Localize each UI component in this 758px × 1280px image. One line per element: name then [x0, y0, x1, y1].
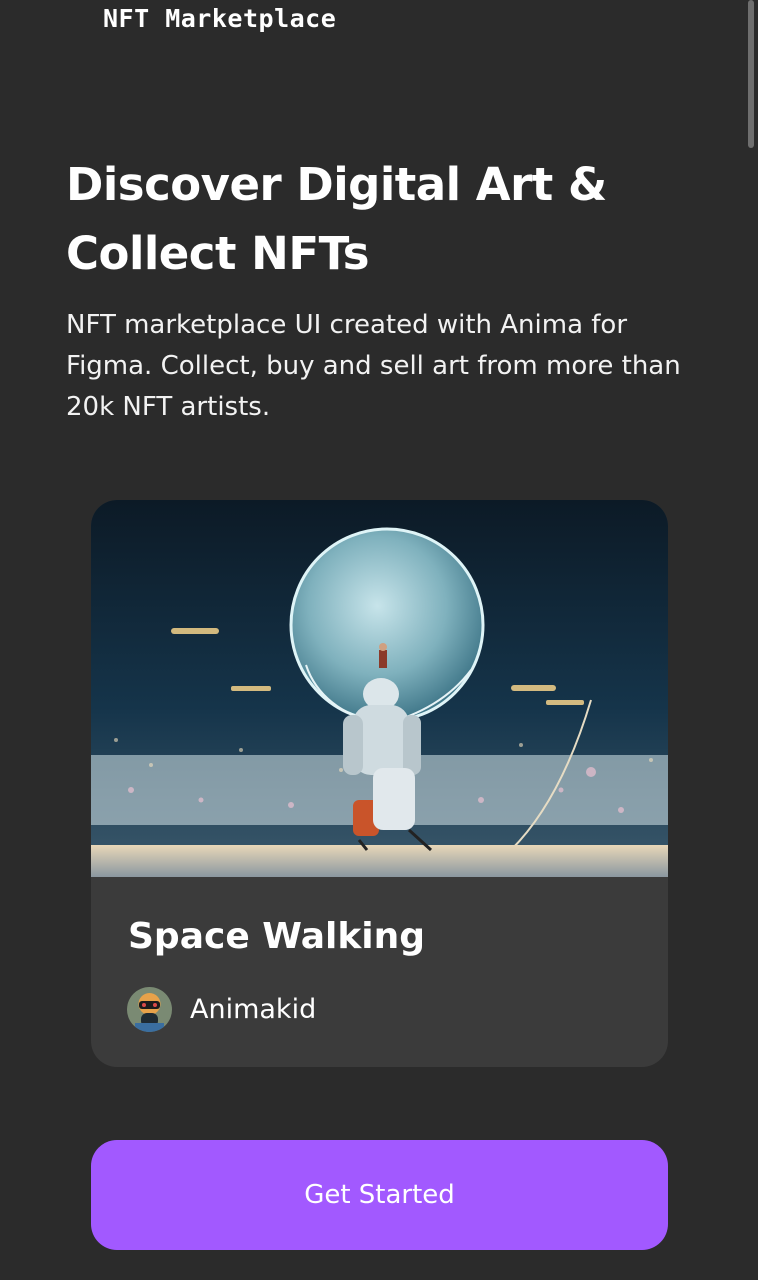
app-brand[interactable]: NFT Marketplace [103, 4, 336, 33]
artist-name: Animakid [190, 994, 317, 1025]
space-walking-artwork-image [91, 500, 668, 877]
scrollbar[interactable] [748, 0, 754, 148]
artist-info[interactable]: Animakid [127, 987, 316, 1032]
hero-title: Discover Digital Art & Collect NFTs [66, 158, 607, 280]
artist-avatar-icon [127, 987, 172, 1032]
get-started-button[interactable]: Get Started [91, 1140, 668, 1250]
brand-label: NFT Marketplace [103, 4, 337, 33]
nft-title: Space Walking [128, 916, 426, 957]
hero-subtitle: NFT marketplace UI created with Anima fo… [66, 310, 681, 422]
featured-nft-card[interactable]: Space Walking Animakid [91, 500, 668, 1067]
